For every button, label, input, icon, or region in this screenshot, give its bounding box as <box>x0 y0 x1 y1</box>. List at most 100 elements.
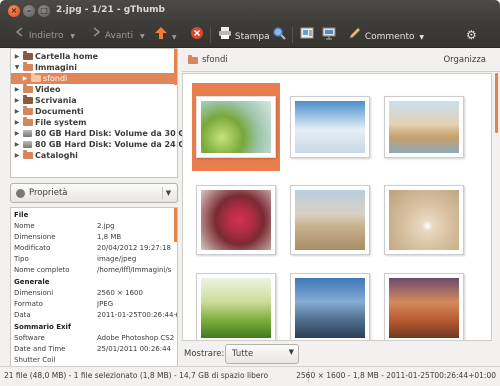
print-button[interactable]: Stampa <box>218 26 270 44</box>
thumbnail-item[interactable] <box>192 267 280 340</box>
property-key: Shutter Coil <box>14 356 56 364</box>
filter-value: Tutte <box>232 349 254 359</box>
thumbnail-grid <box>182 73 492 341</box>
thumbnail-image <box>290 185 370 255</box>
menu-button[interactable]: ⚙ <box>466 26 477 44</box>
thumbnail-image <box>384 273 464 340</box>
hard-disk-icon <box>23 141 32 148</box>
forward-arrow-icon <box>90 26 102 45</box>
property-key: Data <box>14 311 31 319</box>
tree-item-label: Documenti <box>35 107 84 116</box>
minimize-window-button[interactable]: – <box>23 5 35 17</box>
forward-dropdown-icon[interactable]: ▼ <box>140 33 145 40</box>
current-folder-label: sfondi <box>202 55 228 65</box>
forward-button[interactable]: Avanti ▼ <box>90 26 145 44</box>
thumbnail-item[interactable] <box>380 175 468 263</box>
hard-disk-icon <box>23 130 32 137</box>
property-key: Formato <box>14 300 43 308</box>
gthumb-window: × – □ 2.jpg - 1/21 - gThumb Indietro ▼ A… <box>0 0 500 386</box>
tree-item-scrivania[interactable]: ▶ Scrivania <box>11 95 177 106</box>
thumbnail-item[interactable] <box>380 83 468 171</box>
section-header-exif: Sommario Exif <box>14 323 72 331</box>
property-value: 1,8 MB <box>97 233 122 241</box>
tree-item-label: Scrivania <box>35 96 77 105</box>
expander-icon[interactable]: ▶ <box>13 84 21 95</box>
gear-icon: ⚙ <box>466 28 477 42</box>
slideshow-button[interactable] <box>322 26 336 44</box>
close-window-button[interactable]: × <box>8 5 20 17</box>
expander-icon[interactable]: ▶ <box>21 73 29 84</box>
property-value: JPEG <box>97 300 114 308</box>
search-button[interactable] <box>272 26 286 44</box>
expander-icon[interactable]: ▶ <box>13 106 21 117</box>
property-value: /home/lffl/Immagini/s <box>97 266 172 274</box>
property-row: Software Adobe Photoshop CS2 <box>11 333 177 343</box>
tree-item-home[interactable]: ▶ Cartella home <box>11 51 177 62</box>
back-dropdown-icon[interactable]: ▼ <box>70 33 75 40</box>
expander-icon[interactable]: ▶ <box>13 150 21 161</box>
comment-dropdown-icon[interactable]: ▼ <box>419 34 424 41</box>
filter-select[interactable]: Tutte ▼ <box>225 344 299 364</box>
tree-item-sfondi[interactable]: ▶ sfondi <box>11 73 177 84</box>
up-dropdown-icon[interactable]: ▼ <box>172 34 177 41</box>
tree-item-volume-24[interactable]: ▶ 80 GB Hard Disk: Volume da 24 GB <box>11 139 191 150</box>
property-row: Nome completo /home/lffl/Immagini/s <box>11 265 177 275</box>
thumbnail-scrollbar[interactable] <box>492 73 500 341</box>
thumbnail-item[interactable] <box>286 267 374 340</box>
properties-selector-label: Proprietà <box>29 188 68 198</box>
property-row: Modificato 20/04/2012 19:27:18 <box>11 243 177 253</box>
thumbnail-image <box>384 96 464 158</box>
tree-item-label: 80 GB Hard Disk: Volume da 30 GB <box>35 129 192 138</box>
back-button[interactable]: Indietro ▼ <box>14 26 75 44</box>
property-value: 25/01/2011 00:26:44 <box>97 345 172 353</box>
expander-open-icon[interactable]: ▼ <box>13 62 21 73</box>
properties-selector[interactable]: Proprietà ▼ <box>10 183 178 203</box>
expander-icon[interactable]: ▶ <box>13 95 21 106</box>
image-properties-button[interactable] <box>300 26 314 44</box>
organize-button[interactable]: Organizza <box>443 55 486 65</box>
thumbnail-image <box>384 185 464 255</box>
expander-icon[interactable]: ▶ <box>13 128 21 139</box>
thumbnail-item[interactable] <box>286 175 374 263</box>
expander-icon[interactable]: ▶ <box>13 117 21 128</box>
property-value: 2011-01-25T00:26:44+ <box>97 311 177 319</box>
comment-label: Commento <box>364 32 415 42</box>
chevron-down-icon: ▼ <box>288 348 294 356</box>
thumbnail-item-selected[interactable] <box>192 83 280 171</box>
tree-item-video[interactable]: ▶ Video <box>11 84 177 95</box>
maximize-window-button[interactable]: □ <box>38 5 50 17</box>
chevron-down-icon: ▼ <box>162 187 174 199</box>
title-bar: × – □ 2.jpg - 1/21 - gThumb <box>0 0 500 22</box>
property-key: Modificato <box>14 244 51 252</box>
tree-item-cataloghi[interactable]: ▶ Cataloghi <box>11 150 177 161</box>
stop-button[interactable] <box>190 26 204 44</box>
search-icon <box>272 26 286 47</box>
property-row: Data 2011-01-25T00:26:44+ <box>11 310 177 320</box>
thumbnail-image <box>290 96 370 158</box>
video-folder-icon <box>23 84 33 93</box>
scrollbar-thumb[interactable] <box>495 73 498 133</box>
tree-item-filesystem[interactable]: ▶ File system <box>11 117 177 128</box>
tree-item-volume-30[interactable]: ▶ 80 GB Hard Disk: Volume da 30 GB <box>11 128 191 139</box>
slideshow-icon <box>322 26 336 47</box>
thumbnail-item[interactable] <box>380 267 468 340</box>
comment-button[interactable]: Commento ▼ <box>348 26 424 44</box>
folder-tree: ▶ Cartella home ▼ Immagini ▶ sfondi ▶ Vi… <box>10 48 191 178</box>
expander-icon[interactable]: ▶ <box>13 51 21 62</box>
tree-item-label: sfondi <box>43 74 68 83</box>
up-button[interactable]: ▼ <box>154 26 177 44</box>
property-row: Formato JPEG <box>11 299 177 309</box>
tree-item-documenti[interactable]: ▶ Documenti <box>11 106 177 117</box>
pencil-icon <box>348 26 362 47</box>
thumbnail-item[interactable] <box>286 83 374 171</box>
filter-bar: Mostrare: Tutte ▼ <box>182 342 500 366</box>
expander-icon[interactable]: ▶ <box>13 139 21 150</box>
thumbnail-image <box>196 96 276 158</box>
documents-folder-icon <box>23 106 33 115</box>
folder-icon <box>31 73 41 82</box>
property-value: image/jpeg <box>97 255 137 263</box>
tree-item-immagini[interactable]: ▼ Immagini <box>11 62 177 73</box>
section-header-general: Generale <box>14 278 50 286</box>
toolbar-separator <box>292 27 293 43</box>
thumbnail-item[interactable] <box>192 175 280 263</box>
